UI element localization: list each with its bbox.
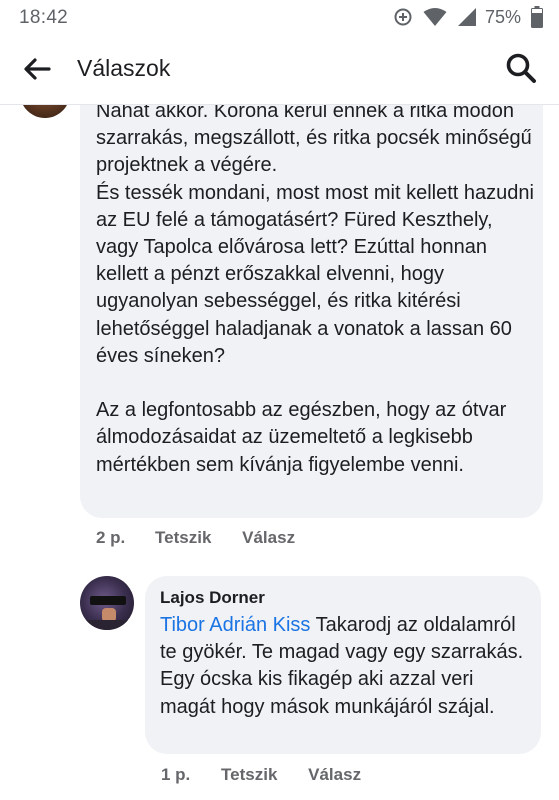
data-saver-icon — [394, 8, 412, 26]
reply-bubble: Lajos Dorner Tibor Adrián Kiss Takarodj … — [145, 576, 541, 754]
signal-icon — [457, 8, 476, 26]
status-bar: 18:42 75% — [0, 0, 559, 34]
app-header: Válaszok — [0, 34, 559, 105]
status-icons: 75% — [383, 6, 543, 28]
status-time: 18:42 — [19, 7, 69, 28]
arrow-left-icon[interactable] — [22, 54, 52, 84]
battery-percent: 75% — [484, 6, 521, 27]
like-button[interactable]: Tetszik — [221, 765, 277, 785]
wifi-icon — [423, 8, 447, 26]
reply-actions: 1 p. Tetszik Válasz — [161, 765, 361, 785]
avatar-image — [80, 596, 134, 630]
reply-time: 1 p. — [161, 765, 191, 784]
avatar[interactable] — [80, 576, 134, 630]
reply-button[interactable]: Válasz — [242, 528, 295, 548]
reply-text: Tibor Adrián Kiss Takarodj az oldalamról… — [160, 612, 530, 721]
comment-bubble: Nahát akkor. Korona kerül ennek a ritka … — [80, 84, 543, 518]
mention-link[interactable]: Tibor Adrián Kiss — [160, 614, 310, 636]
comment-text: Nahát akkor. Korona kerül ennek a ritka … — [96, 100, 534, 476]
search-icon[interactable] — [505, 52, 537, 84]
comment-time: 2 p. — [96, 528, 126, 547]
comment-actions: 2 p. Tetszik Válasz — [96, 528, 295, 548]
battery-icon — [531, 6, 543, 28]
comment-author[interactable]: Lajos Dorner — [160, 588, 265, 608]
page-title: Válaszok — [77, 55, 171, 81]
like-button[interactable]: Tetszik — [155, 528, 211, 548]
reply-button[interactable]: Válasz — [308, 765, 361, 785]
